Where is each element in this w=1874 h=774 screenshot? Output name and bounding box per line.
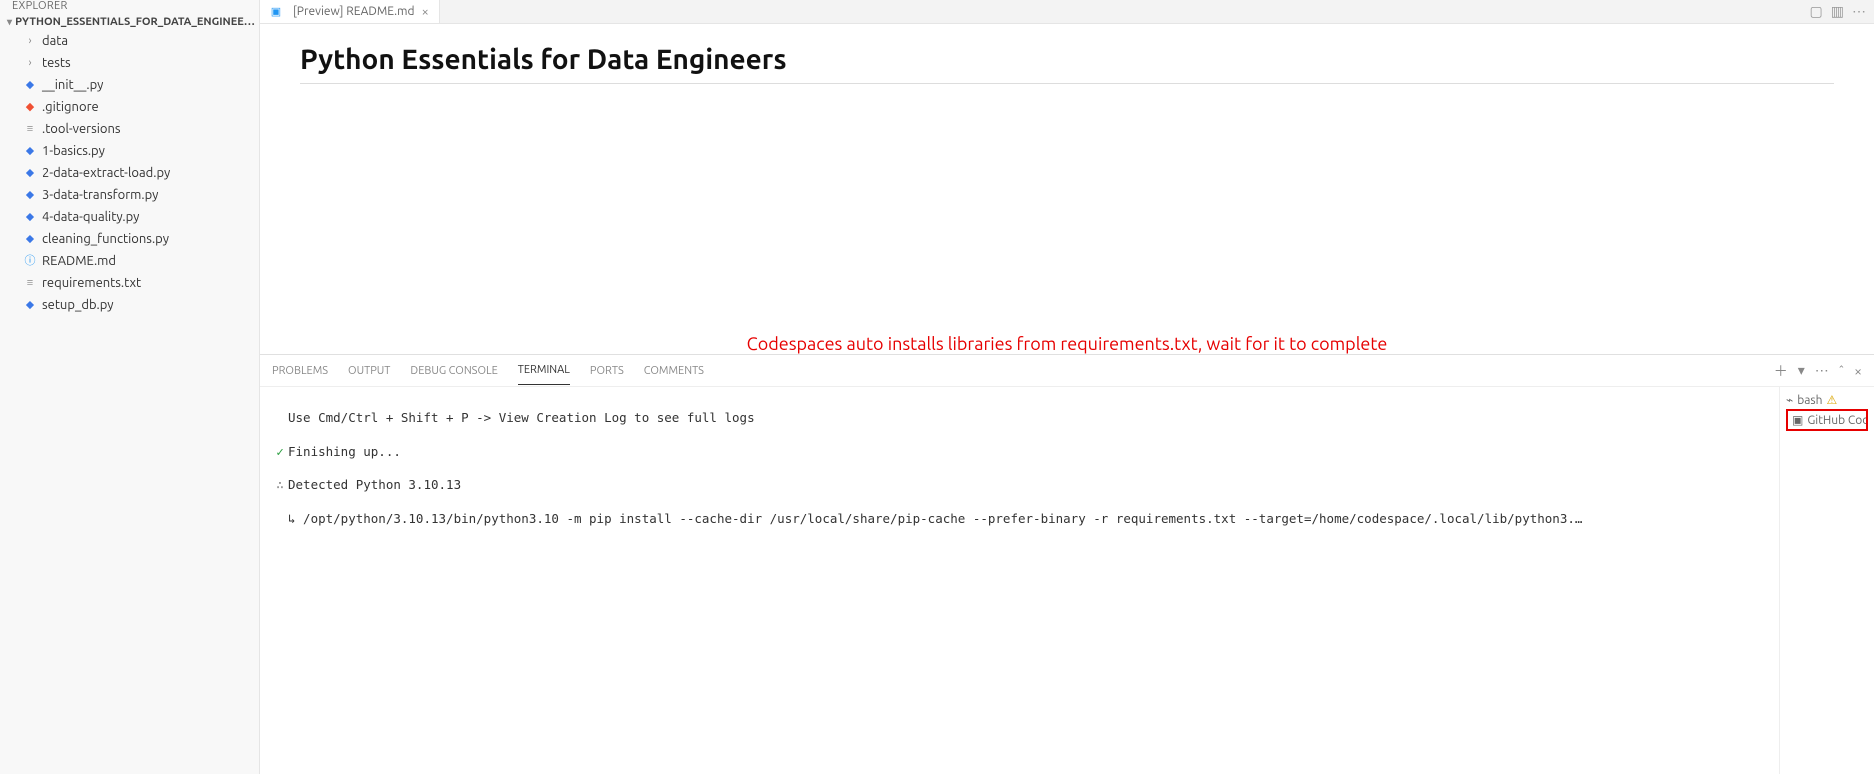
- tree-item-label: 2-data-extract-load.py: [42, 163, 170, 183]
- txt-icon: ≡: [22, 275, 38, 291]
- folder-item[interactable]: ›data: [4, 30, 259, 52]
- tree-item-label: data: [42, 31, 68, 51]
- editor-tabbar: ▣ [Preview] README.md × ▢ ▥ ⋯: [260, 0, 1874, 24]
- annotation-text: Codespaces auto installs libraries from …: [747, 334, 1388, 354]
- panel-tab-terminal[interactable]: TERMINAL: [518, 356, 570, 385]
- bottom-panel: PROBLEMS OUTPUT DEBUG CONSOLE TERMINAL PORTS…: [260, 354, 1874, 774]
- panel-tabbar: PROBLEMS OUTPUT DEBUG CONSOLE TERMINAL PORTS…: [260, 355, 1874, 387]
- panel-tab-ports[interactable]: PORTS: [590, 357, 624, 385]
- file-tree: ›data›tests⬥__init__.py◆.gitignore≡.tool…: [0, 30, 259, 316]
- terminal-line: ↳ /opt/python/3.10.13/bin/python3.10 -m …: [288, 511, 1582, 528]
- chevron-down-icon[interactable]: ▾: [1798, 362, 1805, 379]
- page-title: Python Essentials for Data Engineers: [300, 44, 1834, 84]
- tree-item-label: tests: [42, 53, 71, 73]
- tree-item-label: 1-basics.py: [42, 141, 105, 161]
- panel-tab-comments[interactable]: COMMENTS: [644, 357, 704, 385]
- panel-actions: ＋ ▾ ⋯ ˆ ×: [1774, 361, 1862, 381]
- chevron-up-icon[interactable]: ˆ: [1839, 363, 1844, 379]
- chevron-down-icon: ▾: [4, 16, 15, 28]
- terminal-line: Finishing up...: [288, 444, 401, 461]
- file-item[interactable]: ◆.gitignore: [4, 96, 259, 118]
- panel-body: Use Cmd/Ctrl + Shift + P -> View Creatio…: [260, 387, 1874, 774]
- tree-item-label: requirements.txt: [42, 273, 141, 293]
- folder-item[interactable]: ›tests: [4, 52, 259, 74]
- git-icon: ◆: [22, 99, 38, 115]
- terminal-item-codespaces[interactable]: ▣ GitHub Cod…: [1786, 409, 1868, 431]
- check-icon: ✓: [272, 444, 288, 461]
- file-item[interactable]: ⬥4-data-quality.py: [4, 206, 259, 228]
- terminal-list: ⌁ bash ⚠ ▣ GitHub Cod…: [1779, 387, 1874, 774]
- tree-item-label: .gitignore: [42, 97, 99, 117]
- tree-item-label: __init__.py: [42, 75, 103, 95]
- terminal-output[interactable]: Use Cmd/Ctrl + Shift + P -> View Creatio…: [260, 387, 1779, 774]
- py-icon: ⬥: [22, 231, 38, 247]
- file-item[interactable]: ≡.tool-versions: [4, 118, 259, 140]
- preview-icon: ▣: [268, 4, 284, 20]
- file-item[interactable]: ⬥cleaning_functions.py: [4, 228, 259, 250]
- layout-icon[interactable]: ▥: [1831, 3, 1844, 20]
- py-icon: ⬥: [22, 187, 38, 203]
- panel-tab-problems[interactable]: PROBLEMS: [272, 357, 328, 385]
- txt-icon: ≡: [22, 121, 38, 137]
- main-area: ▣ [Preview] README.md × ▢ ▥ ⋯ Python Ess…: [260, 0, 1874, 774]
- file-item[interactable]: ⬥1-basics.py: [4, 140, 259, 162]
- spinner-icon: ∴: [272, 477, 288, 494]
- file-item[interactable]: ⬥2-data-extract-load.py: [4, 162, 259, 184]
- panel-tab-debug-console[interactable]: DEBUG CONSOLE: [410, 357, 497, 385]
- py-icon: ⬥: [22, 297, 38, 313]
- terminal-line: Detected Python 3.10.13: [288, 477, 461, 494]
- file-item[interactable]: ⓘREADME.md: [4, 250, 259, 272]
- tree-item-label: setup_db.py: [42, 295, 114, 315]
- new-terminal-icon[interactable]: ＋: [1774, 361, 1788, 381]
- folder-icon: ›: [22, 33, 38, 49]
- project-label: PYTHON_ESSENTIALS_FOR_DATA_ENGINEERS [CO…: [15, 16, 255, 28]
- terminal-item-bash[interactable]: ⌁ bash ⚠: [1786, 391, 1868, 409]
- more-icon[interactable]: ⋯: [1815, 362, 1829, 379]
- file-item[interactable]: ⬥setup_db.py: [4, 294, 259, 316]
- explorer-sidebar: EXPLORER ▾ PYTHON_ESSENTIALS_FOR_DATA_EN…: [0, 0, 260, 774]
- terminal-label: GitHub Cod…: [1807, 414, 1868, 427]
- tree-item-label: .tool-versions: [42, 119, 121, 139]
- py-icon: ⬥: [22, 143, 38, 159]
- warning-icon: ⚠: [1826, 393, 1837, 407]
- file-item[interactable]: ⬥3-data-transform.py: [4, 184, 259, 206]
- project-row[interactable]: ▾ PYTHON_ESSENTIALS_FOR_DATA_ENGINEERS […: [0, 14, 259, 30]
- py-icon: ⬥: [22, 165, 38, 181]
- preview-area: Python Essentials for Data Engineers Cod…: [260, 24, 1874, 354]
- tree-item-label: 4-data-quality.py: [42, 207, 139, 227]
- more-icon[interactable]: ⋯: [1852, 3, 1866, 20]
- close-icon[interactable]: ×: [420, 5, 431, 19]
- terminal-label: bash: [1797, 394, 1822, 407]
- editor-actions: ▢ ▥ ⋯: [1810, 3, 1874, 20]
- panel-tab-output[interactable]: OUTPUT: [348, 357, 390, 385]
- app-root: EXPLORER ▾ PYTHON_ESSENTIALS_FOR_DATA_EN…: [0, 0, 1874, 774]
- tree-item-label: README.md: [42, 251, 116, 271]
- tree-item-label: 3-data-transform.py: [42, 185, 158, 205]
- file-item[interactable]: ≡requirements.txt: [4, 272, 259, 294]
- split-editor-icon[interactable]: ▢: [1810, 3, 1823, 20]
- info-icon: ⓘ: [22, 253, 38, 269]
- folder-icon: ›: [22, 55, 38, 71]
- py-icon: ⬥: [22, 209, 38, 225]
- tab-label: [Preview] README.md: [293, 5, 415, 18]
- close-icon[interactable]: ×: [1854, 363, 1862, 379]
- py-icon: ⬥: [22, 77, 38, 93]
- file-item[interactable]: ⬥__init__.py: [4, 74, 259, 96]
- terminal-icon: ▣: [1792, 413, 1803, 427]
- tree-item-label: cleaning_functions.py: [42, 229, 169, 249]
- tab-readme-preview[interactable]: ▣ [Preview] README.md ×: [260, 0, 440, 23]
- explorer-header: EXPLORER: [0, 0, 259, 14]
- terminal-line: Use Cmd/Ctrl + Shift + P -> View Creatio…: [288, 410, 755, 427]
- terminal-icon: ⌁: [1786, 393, 1793, 407]
